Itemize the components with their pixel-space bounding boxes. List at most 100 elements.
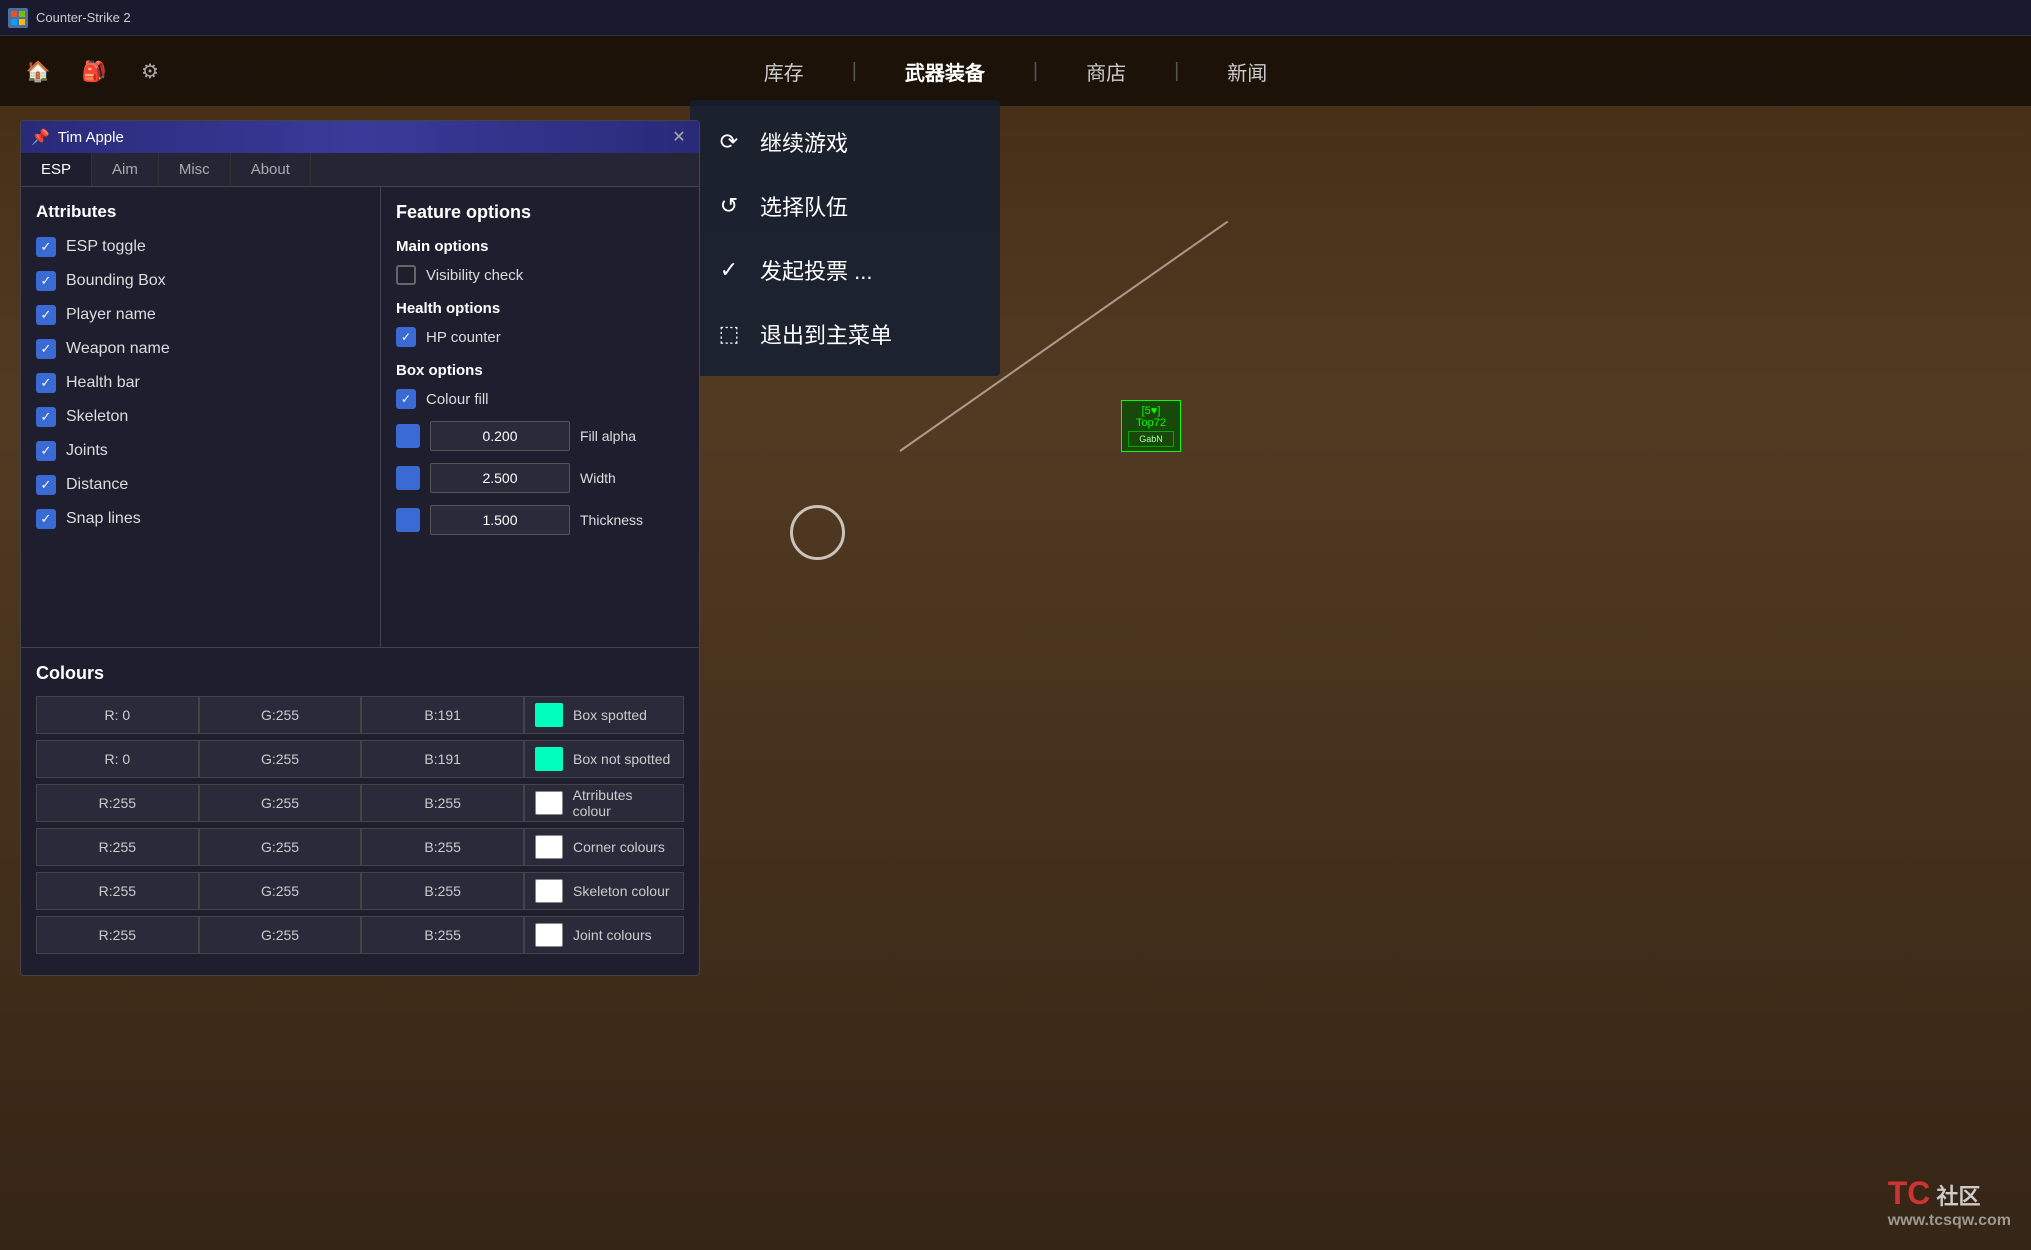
colour-row-4: R:255 G:255 B:255 Skeleton colour xyxy=(36,872,684,910)
attr-bounding-box[interactable]: Bounding Box xyxy=(36,271,365,291)
attributes-title: Attributes xyxy=(36,202,365,222)
attr-weapon-name-checkbox[interactable] xyxy=(36,339,56,359)
settings-icon[interactable]: ⚙ xyxy=(132,53,168,89)
colour-g-5[interactable]: G:255 xyxy=(199,916,362,954)
colour-g-0[interactable]: G:255 xyxy=(199,696,362,734)
attr-health-bar-checkbox[interactable] xyxy=(36,373,56,393)
cheat-pin-icon: 📌 xyxy=(31,128,50,146)
continue-icon: ⟳ xyxy=(714,127,744,157)
nav-link-shop[interactable]: 商店 xyxy=(1078,53,1134,90)
nav-link-inventory[interactable]: 库存 xyxy=(756,53,812,90)
width-color[interactable] xyxy=(396,466,420,490)
attr-player-name[interactable]: Player name xyxy=(36,305,365,325)
colour-r-3[interactable]: R:255 xyxy=(36,828,199,866)
thickness-color[interactable] xyxy=(396,508,420,532)
box-options-title: Box options xyxy=(396,362,684,379)
colour-g-1[interactable]: G:255 xyxy=(199,740,362,778)
attr-joints-checkbox[interactable] xyxy=(36,441,56,461)
attr-weapon-name-label: Weapon name xyxy=(66,340,170,358)
menu-item-exit[interactable]: ⬚ 退出到主菜单 xyxy=(690,302,1000,366)
colour-row-5: R:255 G:255 B:255 Joint colours xyxy=(36,916,684,954)
colour-b-0[interactable]: B:191 xyxy=(361,696,524,734)
attr-skeleton[interactable]: Skeleton xyxy=(36,407,365,427)
nav-sep-3: | xyxy=(1174,60,1179,83)
tab-aim[interactable]: Aim xyxy=(92,153,159,186)
feature-options-panel: Feature options Main options Visibility … xyxy=(381,187,699,647)
colour-fill-label: Colour fill xyxy=(426,391,489,408)
menu-item-team[interactable]: ↺ 选择队伍 xyxy=(690,174,1000,238)
cheat-panel-close-button[interactable]: ✕ xyxy=(669,127,689,147)
home-icon[interactable]: 🏠 xyxy=(20,53,56,89)
hp-counter-checkbox[interactable] xyxy=(396,327,416,347)
colour-swatch-1[interactable]: Box not spotted xyxy=(524,740,684,778)
colour-b-5[interactable]: B:255 xyxy=(361,916,524,954)
cheat-panel-title-area: 📌 Tim Apple xyxy=(31,128,124,146)
swatch-5 xyxy=(535,923,563,947)
colour-swatch-2[interactable]: Atrributes colour xyxy=(524,784,684,822)
attr-joints[interactable]: Joints xyxy=(36,441,365,461)
colour-g-3[interactable]: G:255 xyxy=(199,828,362,866)
colour-b-4[interactable]: B:255 xyxy=(361,872,524,910)
colour-row-0: R: 0 G:255 B:191 Box spotted xyxy=(36,696,684,734)
thickness-input[interactable] xyxy=(430,505,570,535)
cheat-title-text: Tim Apple xyxy=(58,129,124,146)
colour-b-1[interactable]: B:191 xyxy=(361,740,524,778)
attr-health-bar[interactable]: Health bar xyxy=(36,373,365,393)
attr-esp-toggle-checkbox[interactable] xyxy=(36,237,56,257)
feature-options-title: Feature options xyxy=(396,202,684,223)
player-name-tag: GabN xyxy=(1128,431,1174,447)
attr-skeleton-label: Skeleton xyxy=(66,408,128,426)
attr-distance-checkbox[interactable] xyxy=(36,475,56,495)
colour-b-2[interactable]: B:255 xyxy=(361,784,524,822)
tab-misc[interactable]: Misc xyxy=(159,153,231,186)
swatch-3 xyxy=(535,835,563,859)
fill-alpha-color[interactable] xyxy=(396,424,420,448)
attr-weapon-name[interactable]: Weapon name xyxy=(36,339,365,359)
colour-g-2[interactable]: G:255 xyxy=(199,784,362,822)
swatch-2 xyxy=(535,791,563,815)
nav-link-news[interactable]: 新闻 xyxy=(1219,53,1275,90)
attr-player-name-label: Player name xyxy=(66,306,156,324)
attr-skeleton-checkbox[interactable] xyxy=(36,407,56,427)
menu-label-continue: 继续游戏 xyxy=(760,126,848,158)
vote-icon: ✓ xyxy=(714,255,744,285)
attr-bounding-box-checkbox[interactable] xyxy=(36,271,56,291)
tab-esp[interactable]: ESP xyxy=(21,153,92,186)
colour-r-2[interactable]: R:255 xyxy=(36,784,199,822)
main-options-title: Main options xyxy=(396,238,684,255)
cheat-main-content: Attributes ESP toggle Bounding Box Playe… xyxy=(21,187,699,647)
colour-r-1[interactable]: R: 0 xyxy=(36,740,199,778)
player-rank: Top72 xyxy=(1128,417,1174,429)
fill-alpha-input[interactable] xyxy=(430,421,570,451)
colour-swatch-5[interactable]: Joint colours xyxy=(524,916,684,954)
colour-r-4[interactable]: R:255 xyxy=(36,872,199,910)
hp-counter-row: HP counter xyxy=(396,327,684,347)
inventory-icon[interactable]: 🎒 xyxy=(76,53,112,89)
width-input[interactable] xyxy=(430,463,570,493)
colour-fill-checkbox[interactable] xyxy=(396,389,416,409)
attr-snap-lines-checkbox[interactable] xyxy=(36,509,56,529)
attr-health-bar-label: Health bar xyxy=(66,374,140,392)
tab-about[interactable]: About xyxy=(231,153,311,186)
colour-b-3[interactable]: B:255 xyxy=(361,828,524,866)
menu-item-continue[interactable]: ⟳ 继续游戏 xyxy=(690,110,1000,174)
cheat-panel: 📌 Tim Apple ✕ ESP Aim Misc About Attribu… xyxy=(20,120,700,976)
colour-g-4[interactable]: G:255 xyxy=(199,872,362,910)
swatch-label-2: Atrributes colour xyxy=(573,787,673,819)
attr-distance[interactable]: Distance xyxy=(36,475,365,495)
colour-swatch-3[interactable]: Corner colours xyxy=(524,828,684,866)
swatch-4 xyxy=(535,879,563,903)
visibility-check-checkbox[interactable] xyxy=(396,265,416,285)
colour-r-0[interactable]: R: 0 xyxy=(36,696,199,734)
colour-r-5[interactable]: R:255 xyxy=(36,916,199,954)
nav-sep-1: | xyxy=(852,60,857,83)
attr-player-name-checkbox[interactable] xyxy=(36,305,56,325)
colour-swatch-0[interactable]: Box spotted xyxy=(524,696,684,734)
menu-item-vote[interactable]: ✓ 发起投票 ... xyxy=(690,238,1000,302)
nav-link-weapons[interactable]: 武器装备 xyxy=(897,53,993,90)
colour-fill-row: Colour fill xyxy=(396,389,684,409)
colour-swatch-4[interactable]: Skeleton colour xyxy=(524,872,684,910)
width-row: Width xyxy=(396,463,684,493)
attr-snap-lines[interactable]: Snap lines xyxy=(36,509,365,529)
attr-esp-toggle[interactable]: ESP toggle xyxy=(36,237,365,257)
